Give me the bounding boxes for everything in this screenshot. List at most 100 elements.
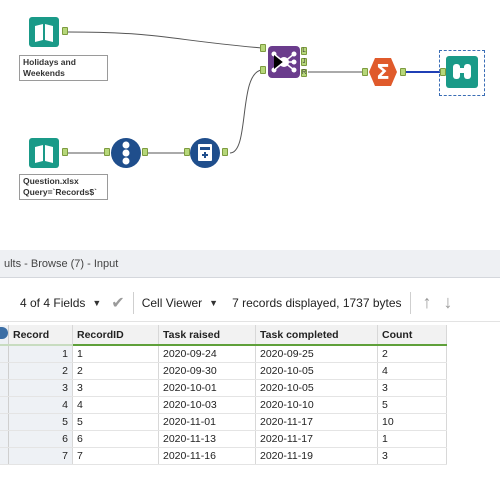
table-cell[interactable]: 2020-10-01 bbox=[158, 379, 256, 397]
table-cell[interactable]: 3 bbox=[72, 379, 159, 397]
table-row[interactable]: 7 7 2020-11-16 2020-11-19 3 bbox=[0, 447, 447, 465]
table-row[interactable]: 2 2 2020-09-30 2020-10-05 4 bbox=[0, 362, 447, 380]
browse-tool[interactable] bbox=[446, 56, 478, 88]
column-header[interactable]: Task raised bbox=[158, 325, 256, 346]
join-anchor-l[interactable]: L bbox=[301, 47, 307, 55]
record-number-cell[interactable]: 4 bbox=[8, 396, 73, 414]
apply-check-button[interactable]: ✔ bbox=[111, 284, 124, 322]
table-cell[interactable]: 6 bbox=[72, 430, 159, 448]
table-row[interactable]: 5 5 2020-11-01 2020-11-17 10 bbox=[0, 413, 447, 431]
join-right-input-anchor[interactable] bbox=[260, 66, 266, 74]
results-grid[interactable]: Record RecordID Task raised Task complet… bbox=[0, 325, 500, 491]
question-input-label: Question.xlsx Query=`Records$` bbox=[19, 174, 108, 200]
table-row[interactable]: 4 4 2020-10-03 2020-10-10 5 bbox=[0, 396, 447, 414]
summarize-tool[interactable]: Σ bbox=[367, 56, 399, 88]
toolbar-divider bbox=[132, 291, 134, 314]
row-indicator[interactable] bbox=[0, 362, 9, 380]
column-header[interactable]: RecordID bbox=[72, 325, 159, 346]
holidays-input-label: Holidays and Weekends bbox=[19, 55, 108, 81]
check-icon: ✔ bbox=[111, 294, 125, 312]
table-cell[interactable]: 4 bbox=[377, 362, 447, 380]
row-indicator[interactable] bbox=[0, 447, 9, 465]
scroll-up-button[interactable]: ↑ bbox=[423, 284, 432, 322]
workflow-canvas[interactable]: Holidays and Weekends Question.xlsx Quer… bbox=[0, 0, 500, 250]
output-anchor[interactable] bbox=[62, 27, 68, 35]
table-cell[interactable]: 3 bbox=[377, 379, 447, 397]
row-indicator[interactable] bbox=[0, 396, 9, 414]
record-number-cell[interactable]: 1 bbox=[8, 345, 73, 363]
table-row[interactable]: 3 3 2020-10-01 2020-10-05 3 bbox=[0, 379, 447, 397]
fields-label: 4 of 4 Fields bbox=[20, 295, 86, 310]
record-id-tool[interactable] bbox=[110, 137, 142, 169]
row-indicator[interactable] bbox=[0, 345, 9, 363]
table-row[interactable]: 6 6 2020-11-13 2020-11-17 1 bbox=[0, 430, 447, 448]
records-info: 7 records displayed, 1737 bytes bbox=[232, 284, 401, 322]
fields-dropdown[interactable]: 4 of 4 Fields ▼ bbox=[0, 284, 101, 322]
table-cell[interactable]: 5 bbox=[377, 396, 447, 414]
output-anchor[interactable] bbox=[400, 68, 406, 76]
output-anchor[interactable] bbox=[62, 148, 68, 156]
caret-down-icon: ▼ bbox=[92, 297, 102, 308]
formula-icon bbox=[190, 138, 220, 168]
toolbar-divider bbox=[409, 291, 411, 314]
record-number-cell[interactable]: 2 bbox=[8, 362, 73, 380]
sigma-icon: Σ bbox=[369, 58, 397, 86]
table-cell[interactable]: 2020-09-24 bbox=[158, 345, 256, 363]
record-number-cell[interactable]: 5 bbox=[8, 413, 73, 431]
output-anchor[interactable] bbox=[142, 148, 148, 156]
record-id-icon bbox=[111, 138, 141, 168]
join-anchor-r[interactable]: R bbox=[301, 69, 307, 77]
table-cell[interactable]: 2020-11-17 bbox=[255, 430, 378, 448]
table-body: 1 1 2020-09-24 2020-09-25 2 2 2 2020-09-30 2020-… bbox=[0, 345, 447, 465]
arrow-up-icon: ↑ bbox=[422, 292, 432, 312]
join-left-input-anchor[interactable] bbox=[260, 44, 266, 52]
table-cell[interactable]: 2020-11-19 bbox=[255, 447, 378, 465]
table-cell[interactable]: 5 bbox=[72, 413, 159, 431]
results-title: ults - Browse (7) - Input bbox=[0, 250, 500, 278]
table-cell[interactable]: 2020-11-16 bbox=[158, 447, 256, 465]
table-cell[interactable]: 10 bbox=[377, 413, 447, 431]
table-cell[interactable]: 1 bbox=[72, 345, 159, 363]
record-number-cell[interactable]: 7 bbox=[8, 447, 73, 465]
table-row[interactable]: 1 1 2020-09-24 2020-09-25 2 bbox=[0, 345, 447, 363]
label-line: Query=`Records$` bbox=[23, 187, 97, 197]
table-cell[interactable]: 4 bbox=[72, 396, 159, 414]
record-number-cell[interactable]: 6 bbox=[8, 430, 73, 448]
output-anchor[interactable] bbox=[222, 148, 228, 156]
row-indicator[interactable] bbox=[0, 379, 9, 397]
cell-viewer-dropdown[interactable]: Cell Viewer ▼ bbox=[142, 284, 218, 322]
table-cell[interactable]: 2020-09-25 bbox=[255, 345, 378, 363]
label-line: Question.xlsx bbox=[23, 176, 79, 186]
results-window: ults - Browse (7) - Input 4 of 4 Fields … bbox=[0, 250, 500, 491]
column-header[interactable]: Task completed bbox=[255, 325, 378, 346]
formula-tool[interactable] bbox=[189, 137, 221, 169]
table-cell[interactable]: 2020-11-13 bbox=[158, 430, 256, 448]
table-cell[interactable]: 2020-10-05 bbox=[255, 379, 378, 397]
table-cell[interactable]: 1 bbox=[377, 430, 447, 448]
table-cell[interactable]: 2020-11-01 bbox=[158, 413, 256, 431]
table-cell[interactable]: 7 bbox=[72, 447, 159, 465]
results-table: Record RecordID Task raised Task complet… bbox=[0, 325, 447, 465]
table-cell[interactable]: 2020-09-30 bbox=[158, 362, 256, 380]
header-row: Record RecordID Task raised Task complet… bbox=[0, 325, 447, 346]
holidays-input-tool[interactable] bbox=[28, 16, 60, 48]
column-header[interactable]: Record bbox=[8, 325, 73, 346]
row-indicator[interactable] bbox=[0, 413, 9, 431]
column-header[interactable]: Count bbox=[377, 325, 447, 346]
join-anchor-j[interactable]: J bbox=[301, 58, 307, 66]
table-cell[interactable]: 2020-10-03 bbox=[158, 396, 256, 414]
table-cell[interactable]: 3 bbox=[377, 447, 447, 465]
table-cell[interactable]: 2 bbox=[377, 345, 447, 363]
table-cell[interactable]: 2020-11-17 bbox=[255, 413, 378, 431]
label-line: Holidays and bbox=[23, 57, 76, 67]
question-input-tool[interactable] bbox=[28, 137, 60, 169]
record-number-cell[interactable]: 3 bbox=[8, 379, 73, 397]
table-cell[interactable]: 2020-10-10 bbox=[255, 396, 378, 414]
table-cell[interactable]: 2020-10-05 bbox=[255, 362, 378, 380]
info-icon bbox=[0, 327, 8, 339]
scroll-down-button[interactable]: ↓ bbox=[444, 284, 453, 322]
table-cell[interactable]: 2 bbox=[72, 362, 159, 380]
book-icon bbox=[29, 138, 59, 168]
row-indicator[interactable] bbox=[0, 430, 9, 448]
join-tool[interactable] bbox=[268, 46, 300, 78]
